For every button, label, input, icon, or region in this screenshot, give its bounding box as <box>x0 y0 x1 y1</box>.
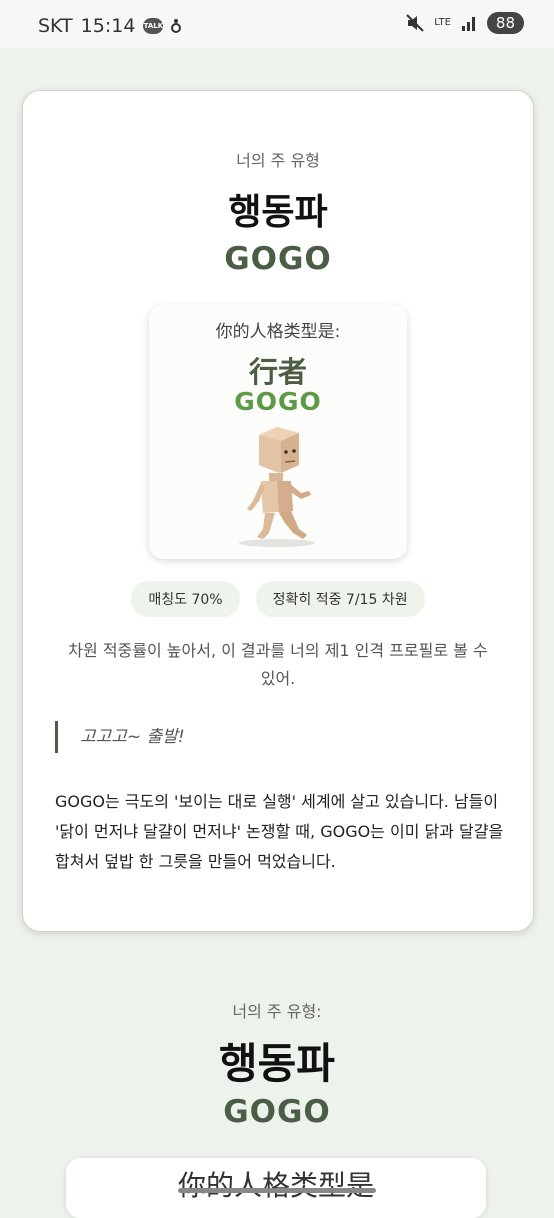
status-right: LTE 88 <box>406 12 524 34</box>
type-title-korean: 행동파 <box>228 192 328 233</box>
type-body-text: GOGO는 극도의 '보이는 대로 실행' 세계에 살고 있습니다. 남들이 '… <box>55 792 504 871</box>
result-card: 너의 주 유형 행동파 GOGO 你的人格类型是: 行者 GOGO 매칭도 70… <box>22 90 534 932</box>
carrier-label: SKT <box>38 15 73 37</box>
result-description: 차원 적중률이 높아서, 이 결과를 너의 제1 인격 프로필로 볼 수 있어. <box>68 641 488 688</box>
section2-type-english: GOGO <box>223 1094 331 1130</box>
section2-label: 너의 주 유형: <box>232 1002 322 1021</box>
section2-type-korean: 행동파 <box>219 1039 335 1088</box>
tagline-quote: 고고고~ 출발! <box>55 721 185 753</box>
match-badge: 매칭도 70% <box>131 581 240 617</box>
mute-icon <box>406 14 424 32</box>
battery-indicator: 88 <box>486 12 524 34</box>
clock: 15:14 <box>80 15 136 37</box>
walking-character-illustration <box>239 427 315 547</box>
network-type: LTE <box>434 17 451 28</box>
main-type-label: 너의 주 유형 <box>236 151 320 170</box>
personality-image-card: 你的人格类型是: 行者 GOGO <box>149 305 407 559</box>
home-indicator[interactable] <box>178 1188 376 1193</box>
image-card-type-chinese: 行者 <box>248 355 307 389</box>
notification-icon <box>171 19 182 33</box>
signal-icon <box>461 17 475 31</box>
section2-card-label: 你的人格类型是 <box>177 1169 374 1202</box>
image-card-label: 你的人格类型是: <box>215 322 341 342</box>
status-left: SKT 15:14 TALK <box>38 15 182 37</box>
kakaotalk-icon: TALK <box>143 18 164 34</box>
type-title-english: GOGO <box>224 241 332 277</box>
status-bar: SKT 15:14 TALK LTE 88 <box>0 0 554 48</box>
badges-row: 매칭도 70% 정확히 적중 7/15 차원 <box>23 581 533 617</box>
accuracy-badge: 정확히 적중 7/15 차원 <box>255 581 425 617</box>
image-card-type-english: GOGO <box>234 387 322 416</box>
